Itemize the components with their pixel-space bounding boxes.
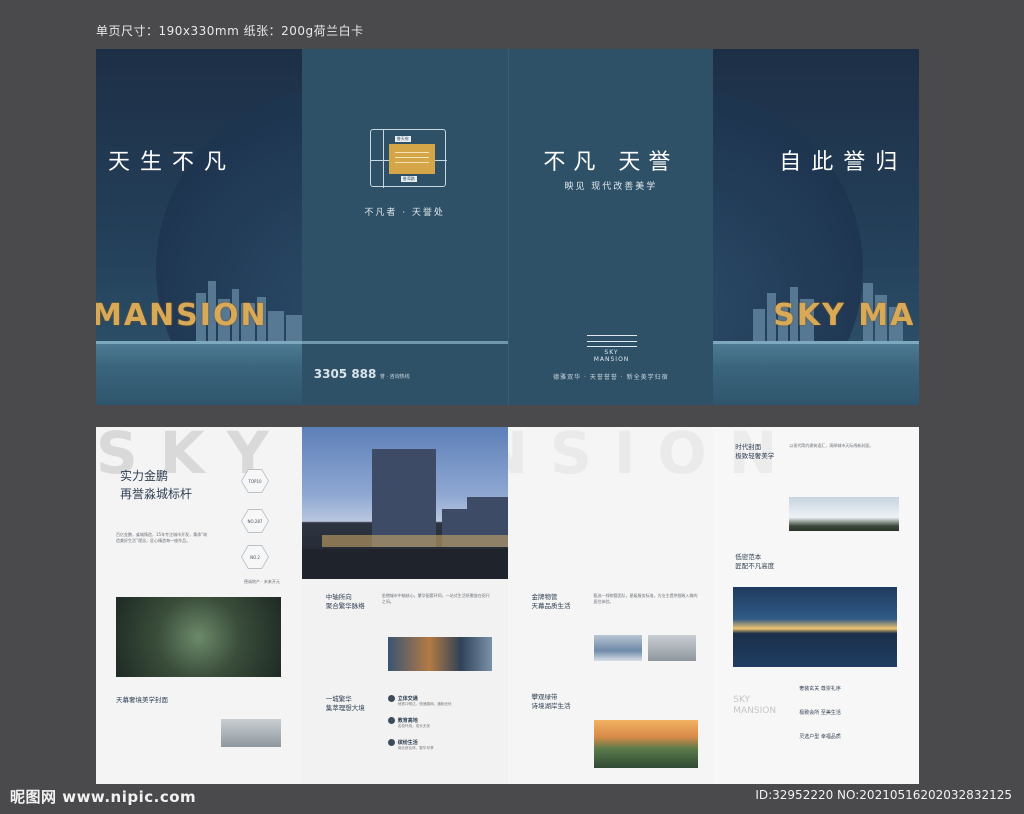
inside-panel-location: 中轴所向 聚合繁华脉络 坐拥城市中轴核心，繁华配套环伺，一站式生活所需皆在咫尺之… [301, 427, 508, 784]
outside-panel-right: 自此誉归 SKY MA [713, 49, 919, 405]
service-heading: 金牌物管 天幕品质生活 [532, 593, 571, 611]
architecture-body: 以现代简约建筑语汇，演绎城市天际线新封面。 [789, 443, 874, 448]
brand-tag: 德诚地产 · 未来开元 [244, 579, 280, 584]
inside-panel-brand: 实力金鹏 再誉淼城标杆 百亿金鹏，淼城铸造，15年专注城市开发，秉承“筑造美好生… [96, 427, 302, 784]
block-line [394, 152, 429, 153]
shopping-icon [387, 739, 395, 746]
lowdensity-heading-2: 匠配不凡高度 [735, 562, 775, 570]
award-badge: NO.287 [241, 509, 269, 533]
water-reflection [713, 341, 919, 405]
water-reflection [96, 341, 302, 405]
side-watermark-2: MANSION [733, 706, 777, 716]
panel-title: 自此誉归 [779, 150, 908, 175]
logo-name: SKY MANSION [593, 349, 630, 363]
feature-text: 名校环绕，成长无忧 [397, 724, 431, 728]
service-heading-2: 天幕品质生活 [531, 602, 571, 610]
site-watermark: 昵图网 www.nipic.com [10, 788, 197, 806]
feature-list: 奢装玄关 尊崇礼序 极致会所 至美生活 灵选户型 幸福品质 [799, 677, 841, 749]
section-title: 天幕奢境美学封面 [116, 696, 168, 704]
feature-text: 地铁口畅达，快速路网，通勤无忧 [397, 702, 452, 706]
outside-panel-cover: 不凡 天誉 映见 现代改善美学 SKY MANSION 德雅双华 · 天誉誉誉 … [507, 49, 714, 405]
architecture-heading: 时代封面 极致轻奢美学 [735, 443, 774, 461]
location-heading-1: 中轴所向 [325, 593, 352, 601]
inside-spread: SKY MANSION 实力金鹏 再誉淼城标杆 百亿金鹏，淼城铸造，15年专注城… [96, 419, 919, 784]
feature-item: 立体交通 地铁口畅达，快速路网，通勤无忧 [387, 695, 452, 707]
gold-brand-text: MANSION [96, 298, 268, 333]
award-badge-label: TOP10 [242, 470, 268, 492]
architecture-heading-1: 时代封面 [735, 443, 762, 451]
brand-body: 百亿金鹏，淼城铸造，15年专注城市开发，秉承“筑造美好生活”理念，匠心精造每一座… [116, 532, 208, 543]
feature-list-item: 灵选户型 幸福品质 [799, 734, 841, 740]
building-photo [221, 719, 281, 747]
night-lake-photo [733, 587, 898, 667]
feature-text: 商业综合体，繁华尽享 [397, 746, 434, 750]
map-tag-bottom: 誉湾路 [400, 176, 417, 182]
city-heading-1: 一城繁华 [325, 695, 352, 703]
location-heading-2: 聚合繁华脉络 [325, 602, 365, 610]
spec-text: 单页尺寸：190x330mm 纸张：200g荷兰白卡 [96, 24, 364, 38]
side-watermark: SKY MANSION [733, 695, 776, 717]
map-tag-top: 誉天府 [394, 136, 411, 142]
map-slogan: 不凡者 · 天誉处 [364, 208, 445, 218]
gold-brand-text: SKY MA [773, 298, 916, 333]
award-badge-label: NO.287 [242, 510, 268, 532]
outside-panel-map: 誉天府 誉湾路 不凡者 · 天誉处 3305 888 誉 · 咨询热线 [301, 49, 508, 405]
towers-photo [789, 497, 900, 531]
brand-heading-1: 实力金鹏 [120, 469, 169, 483]
lowdensity-heading: 低密范本 匠配不凡高度 [735, 553, 774, 571]
logo-lines [586, 335, 637, 347]
feature-item: 教育高地 名校环绕，成长无忧 [387, 717, 431, 729]
city-heading-2: 集萃理想大境 [325, 704, 365, 712]
education-icon [387, 717, 395, 724]
feature-list-item: 奢装玄关 尊崇礼序 [799, 686, 841, 692]
outside-spread: 天生不凡 MANSION 誉天府 誉湾路 不凡者 · 天誉处 3305 888 … [96, 49, 919, 405]
map-project-block [388, 144, 435, 174]
hotline: 3305 888 誉 · 咨询热线 [314, 367, 410, 381]
aerial-photo [116, 597, 281, 677]
location-map: 誉天府 誉湾路 [369, 129, 447, 188]
award-badge-label: NO.2 [242, 546, 268, 568]
phone-number: 3305 888 [313, 367, 377, 381]
award-badge: NO.2 [241, 545, 269, 569]
block-line [394, 162, 429, 163]
brand-heading-2: 再誉淼城标杆 [120, 487, 193, 501]
lake-heading-1: 攀观绿带 [531, 693, 558, 701]
location-body: 坐拥城市中轴核心，繁华配套环伺，一站式生活所需皆在咫尺之间。 [381, 593, 490, 604]
service-body: 甄选一线物管团队，星级服务标准，为业主提供细致入微的居住体验。 [593, 593, 698, 604]
cover-title: 不凡 天誉 [543, 150, 679, 175]
inside-panel-service: 金牌物管 天幕品质生活 甄选一线物管团队，星级服务标准，为业主提供细致入微的居住… [507, 427, 714, 784]
lake-heading: 攀观绿带 诗境湖岸生活 [532, 693, 571, 711]
architecture-heading-2: 极致轻奢美学 [735, 452, 775, 460]
cover-subtitle: 映见 现代改善美学 [564, 182, 658, 192]
location-heading: 中轴所向 聚合繁华脉络 [326, 593, 365, 611]
city-photo [387, 637, 492, 671]
inside-panel-architecture: 时代封面 极致轻奢美学 以现代简约建筑语汇，演绎城市天际线新封面。 低密范本 匠… [713, 427, 919, 784]
lake-heading-2: 诗境湖岸生活 [531, 702, 571, 710]
award-badge: TOP10 [241, 469, 269, 493]
service-heading-1: 金牌物管 [531, 593, 558, 601]
service-photo [647, 635, 696, 661]
lowdensity-heading-1: 低密范本 [735, 553, 762, 561]
block-line [394, 157, 429, 158]
transport-icon [387, 695, 395, 702]
phone-suffix: 誉 · 咨询热线 [379, 374, 410, 380]
city-heading: 一城繁华 集萃理想大境 [326, 695, 365, 713]
feature-item: 缤纷生活 商业综合体，繁华尽享 [387, 739, 434, 751]
panel-title: 天生不凡 [108, 150, 237, 175]
sunset-photo [593, 720, 698, 768]
sky-mansion-logo: SKY MANSION [586, 335, 637, 363]
hero-buildings [301, 449, 508, 579]
outside-panel-left: 天生不凡 MANSION [96, 49, 302, 405]
cover-footer: 德雅双华 · 天誉誉誉 · 新全美学归宿 [553, 374, 669, 381]
service-photo [593, 635, 642, 661]
feature-list-item: 极致会所 至美生活 [799, 710, 841, 716]
hero-rendering [301, 427, 508, 579]
image-id: ID:32952220 NO:20210516202032832125 [755, 788, 1012, 802]
side-watermark-1: SKY [733, 695, 751, 705]
map-road [382, 130, 384, 188]
brand-heading: 实力金鹏 再誉淼城标杆 [120, 467, 192, 503]
